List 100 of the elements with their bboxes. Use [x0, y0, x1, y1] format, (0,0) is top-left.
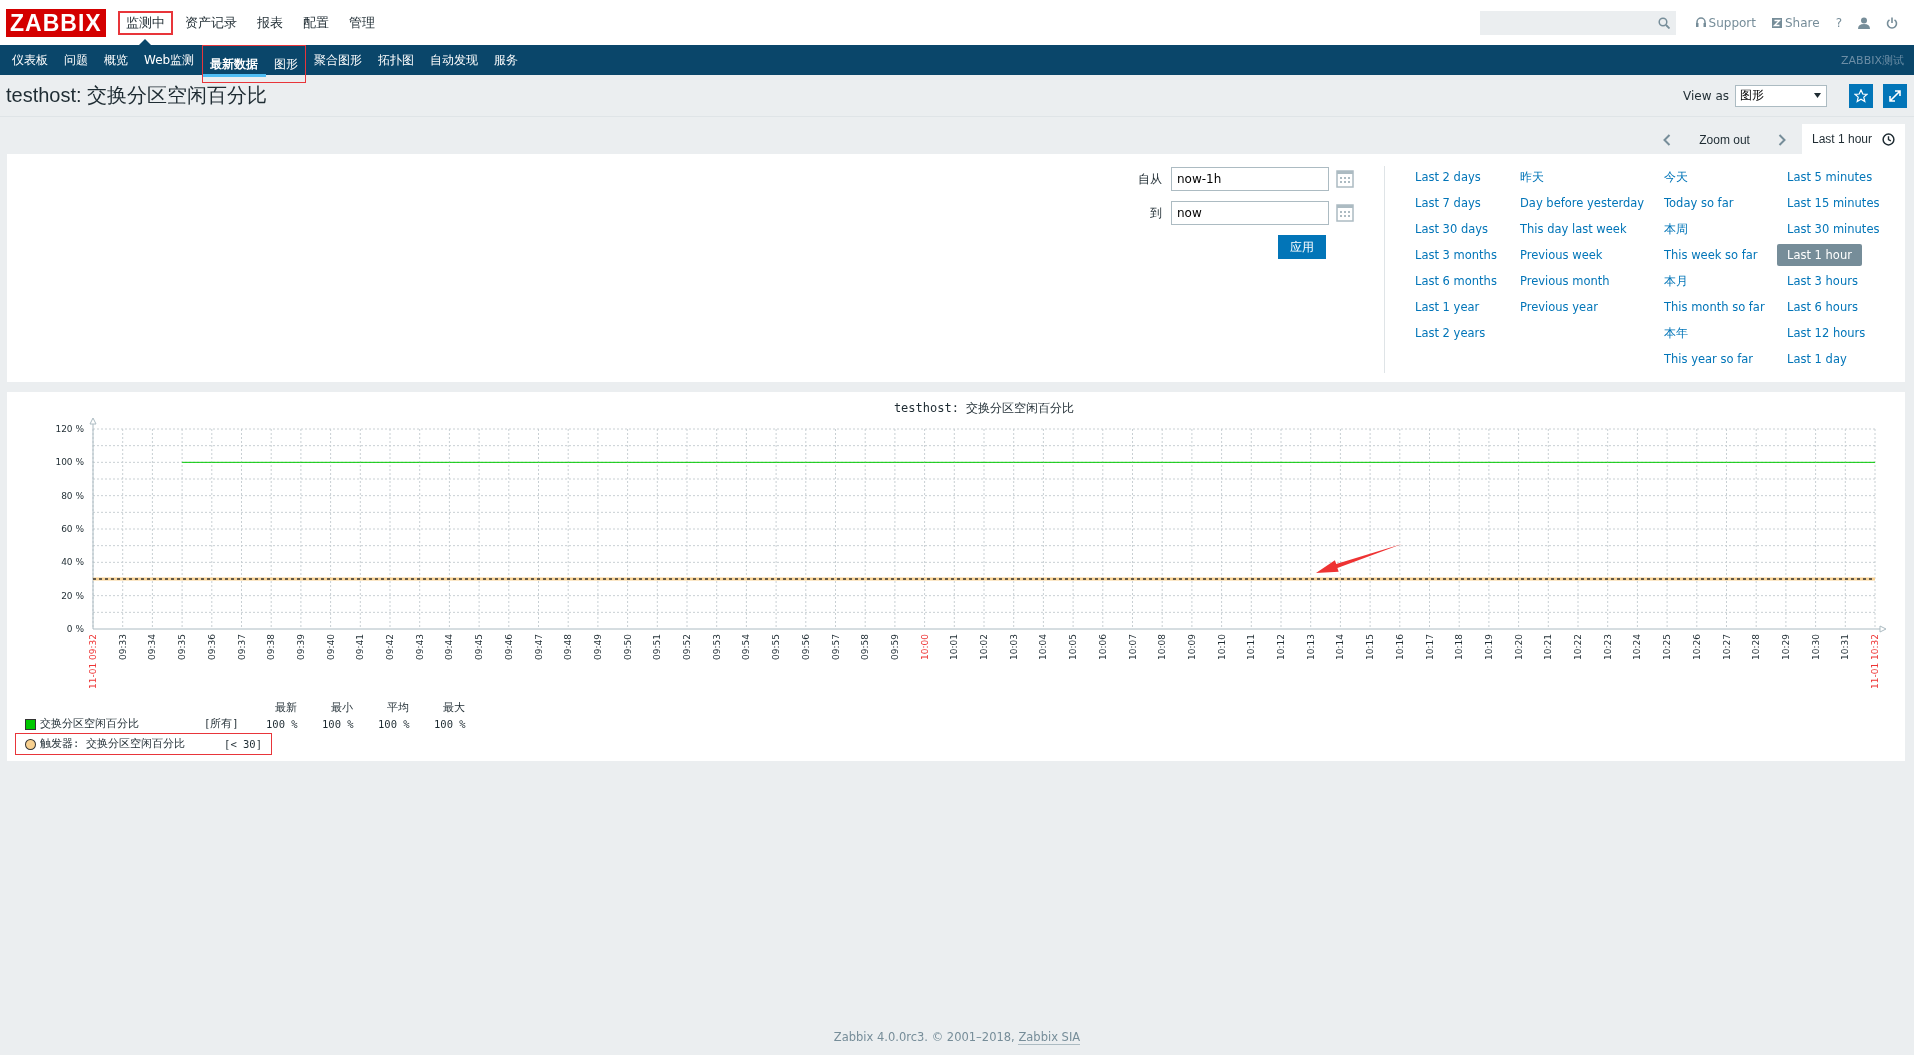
footer-text: Zabbix 4.0.0rc3. © 2001–2018, — [833, 1030, 1016, 1044]
x-tick-label: 09:42 — [385, 634, 395, 660]
x-tick-label: 10:06 — [1097, 634, 1108, 660]
quick-range-link[interactable]: Last 2 years — [1405, 322, 1496, 344]
menu-item[interactable]: 管理 — [340, 10, 383, 35]
quick-range-link[interactable]: This month so far — [1654, 296, 1775, 318]
legend-header: 最小 — [330, 701, 354, 715]
x-tick-label: 10:23 — [1602, 634, 1613, 660]
quick-range-link[interactable]: Last 6 months — [1405, 270, 1507, 292]
quick-range-link[interactable]: Last 30 minutes — [1777, 218, 1890, 240]
x-tick-label: 10:13 — [1305, 634, 1316, 660]
quick-range-link[interactable]: This week so far — [1654, 244, 1768, 266]
field-label: 自从 — [1137, 170, 1162, 188]
x-tick-label: 10:04 — [1038, 634, 1049, 660]
nav-tab[interactable]: 聚合图形 — [306, 47, 371, 73]
x-tick-label: 09:59 — [889, 634, 900, 660]
menu-item[interactable]: 报表 — [248, 10, 291, 35]
field-label: 到 — [1149, 204, 1162, 222]
zoom-out-button[interactable]: Zoom out — [1681, 126, 1768, 154]
quick-range-link[interactable]: Last 1 year — [1405, 296, 1490, 318]
quick-range-link[interactable]: Previous year — [1510, 296, 1608, 318]
time-input[interactable]: now — [1171, 201, 1329, 225]
x-tick-label: 10:28 — [1751, 634, 1762, 660]
page-title: testhost: 交换分区空闲百分比 — [6, 83, 269, 108]
header-link[interactable]: Support — [1695, 15, 1756, 30]
favorite-button[interactable] — [1849, 83, 1873, 108]
menu-item[interactable]: 资产记录 — [176, 10, 245, 35]
y-tick-label: 100 % — [55, 457, 84, 468]
quick-range-link[interactable]: This year so far — [1654, 348, 1763, 370]
x-tick-label: 10:18 — [1454, 634, 1465, 660]
quick-range-link[interactable]: Previous month — [1510, 270, 1620, 292]
nav-tab[interactable]: 服务 — [486, 47, 527, 73]
footer-link[interactable]: Zabbix SIA — [1018, 1030, 1081, 1045]
quick-range-link[interactable]: Last 12 hours — [1777, 322, 1876, 344]
x-tick-label: 10:00 — [919, 634, 930, 660]
nav-tab[interactable]: 图形 — [266, 51, 307, 77]
quick-range-link[interactable]: Last 3 hours — [1777, 270, 1868, 292]
x-tick-label: 10:31 — [1840, 634, 1851, 660]
x-tick-label: 09:39 — [295, 634, 306, 660]
menu-item[interactable]: 监测中 — [117, 10, 173, 35]
calendar-icon[interactable] — [1336, 170, 1354, 188]
trigger-name: 触发器: 交换分区空闲百分比 — [39, 737, 186, 751]
quick-range-link[interactable]: Previous week — [1510, 244, 1613, 266]
user-icon[interactable] — [1858, 16, 1870, 29]
x-tick-label: 10:22 — [1573, 634, 1583, 660]
nav-tab[interactable]: 拓扑图 — [370, 47, 423, 73]
legend-value: 100 % — [322, 718, 355, 730]
header-link[interactable]: Share — [1772, 15, 1820, 30]
x-tick-label: 09:35 — [177, 634, 188, 660]
fullscreen-button[interactable] — [1883, 83, 1907, 108]
quick-range-link[interactable]: 昨天 — [1510, 166, 1554, 188]
search-field[interactable] — [1479, 10, 1676, 35]
quick-range-link[interactable]: Last 7 days — [1405, 192, 1491, 214]
quick-range-link[interactable]: Last 15 minutes — [1777, 192, 1890, 214]
x-tick-label: 09:55 — [771, 634, 782, 660]
trigger-condition: [< 30] — [224, 738, 262, 750]
nav-tab[interactable]: 最新数据 — [202, 51, 267, 77]
nav-tab[interactable]: 自动发现 — [422, 47, 487, 73]
quick-range-link[interactable]: This day last week — [1510, 218, 1637, 240]
time-range-tab[interactable]: Last 1 hour — [1801, 124, 1905, 154]
y-tick-label: 60 % — [61, 524, 84, 534]
quick-range-link[interactable]: Today so far — [1654, 192, 1744, 214]
help-link[interactable]: ? — [1835, 15, 1842, 30]
quick-range-link[interactable]: Last 3 months — [1405, 244, 1507, 266]
y-tick-label: 80 % — [61, 490, 84, 501]
x-tick-label: 10:27 — [1721, 634, 1732, 660]
quick-range-link[interactable]: Last 1 day — [1777, 348, 1857, 370]
legend-header: 最新 — [274, 701, 298, 715]
quick-range-link[interactable]: Last 5 minutes — [1777, 166, 1883, 188]
view-as-label: View as — [1683, 88, 1729, 103]
quick-range-link[interactable]: Last 2 days — [1405, 166, 1491, 188]
nav-tab[interactable]: 问题 — [56, 47, 96, 73]
quick-range-link[interactable]: 本年 — [1654, 322, 1698, 344]
x-tick-label: 09:47 — [533, 634, 544, 660]
nav-tab[interactable]: 仪表板 — [4, 47, 56, 73]
legend-header: 平均 — [386, 701, 410, 715]
quick-range-link[interactable]: Last 6 hours — [1777, 296, 1868, 318]
quick-range-link[interactable]: 本月 — [1654, 270, 1698, 292]
x-tick-label: 10:19 — [1483, 634, 1494, 660]
nav-tab[interactable]: 概览 — [96, 47, 136, 73]
quick-range-link[interactable]: Last 30 days — [1405, 218, 1499, 240]
view-as-select[interactable]: 图形 — [1735, 84, 1827, 107]
time-input[interactable]: now-1h — [1171, 167, 1329, 191]
menu-item[interactable]: 配置 — [294, 10, 337, 35]
x-tick-label: 09:46 — [503, 634, 514, 660]
quick-range-link[interactable]: 今天 — [1654, 166, 1698, 188]
calendar-icon[interactable] — [1336, 204, 1354, 222]
x-tick-label: 10:14 — [1335, 634, 1346, 660]
legend-name: 交换分区空闲百分比 — [40, 717, 140, 731]
legend-value: 100 % — [434, 718, 467, 730]
zabbix-logo[interactable]: ZABBIX — [6, 8, 106, 37]
x-tick-label: 09:48 — [563, 634, 574, 660]
x-tick-label: 10:02 — [979, 634, 989, 660]
quick-range-link[interactable]: Day before yesterday — [1510, 192, 1655, 214]
apply-button[interactable]: 应用 — [1278, 235, 1326, 259]
quick-range-link[interactable]: 本周 — [1654, 218, 1698, 240]
power-icon[interactable] — [1886, 16, 1898, 29]
y-tick-label: 20 % — [61, 590, 84, 601]
quick-range-link[interactable]: Last 1 hour — [1777, 244, 1862, 266]
nav-tab[interactable]: Web监测 — [136, 47, 203, 73]
